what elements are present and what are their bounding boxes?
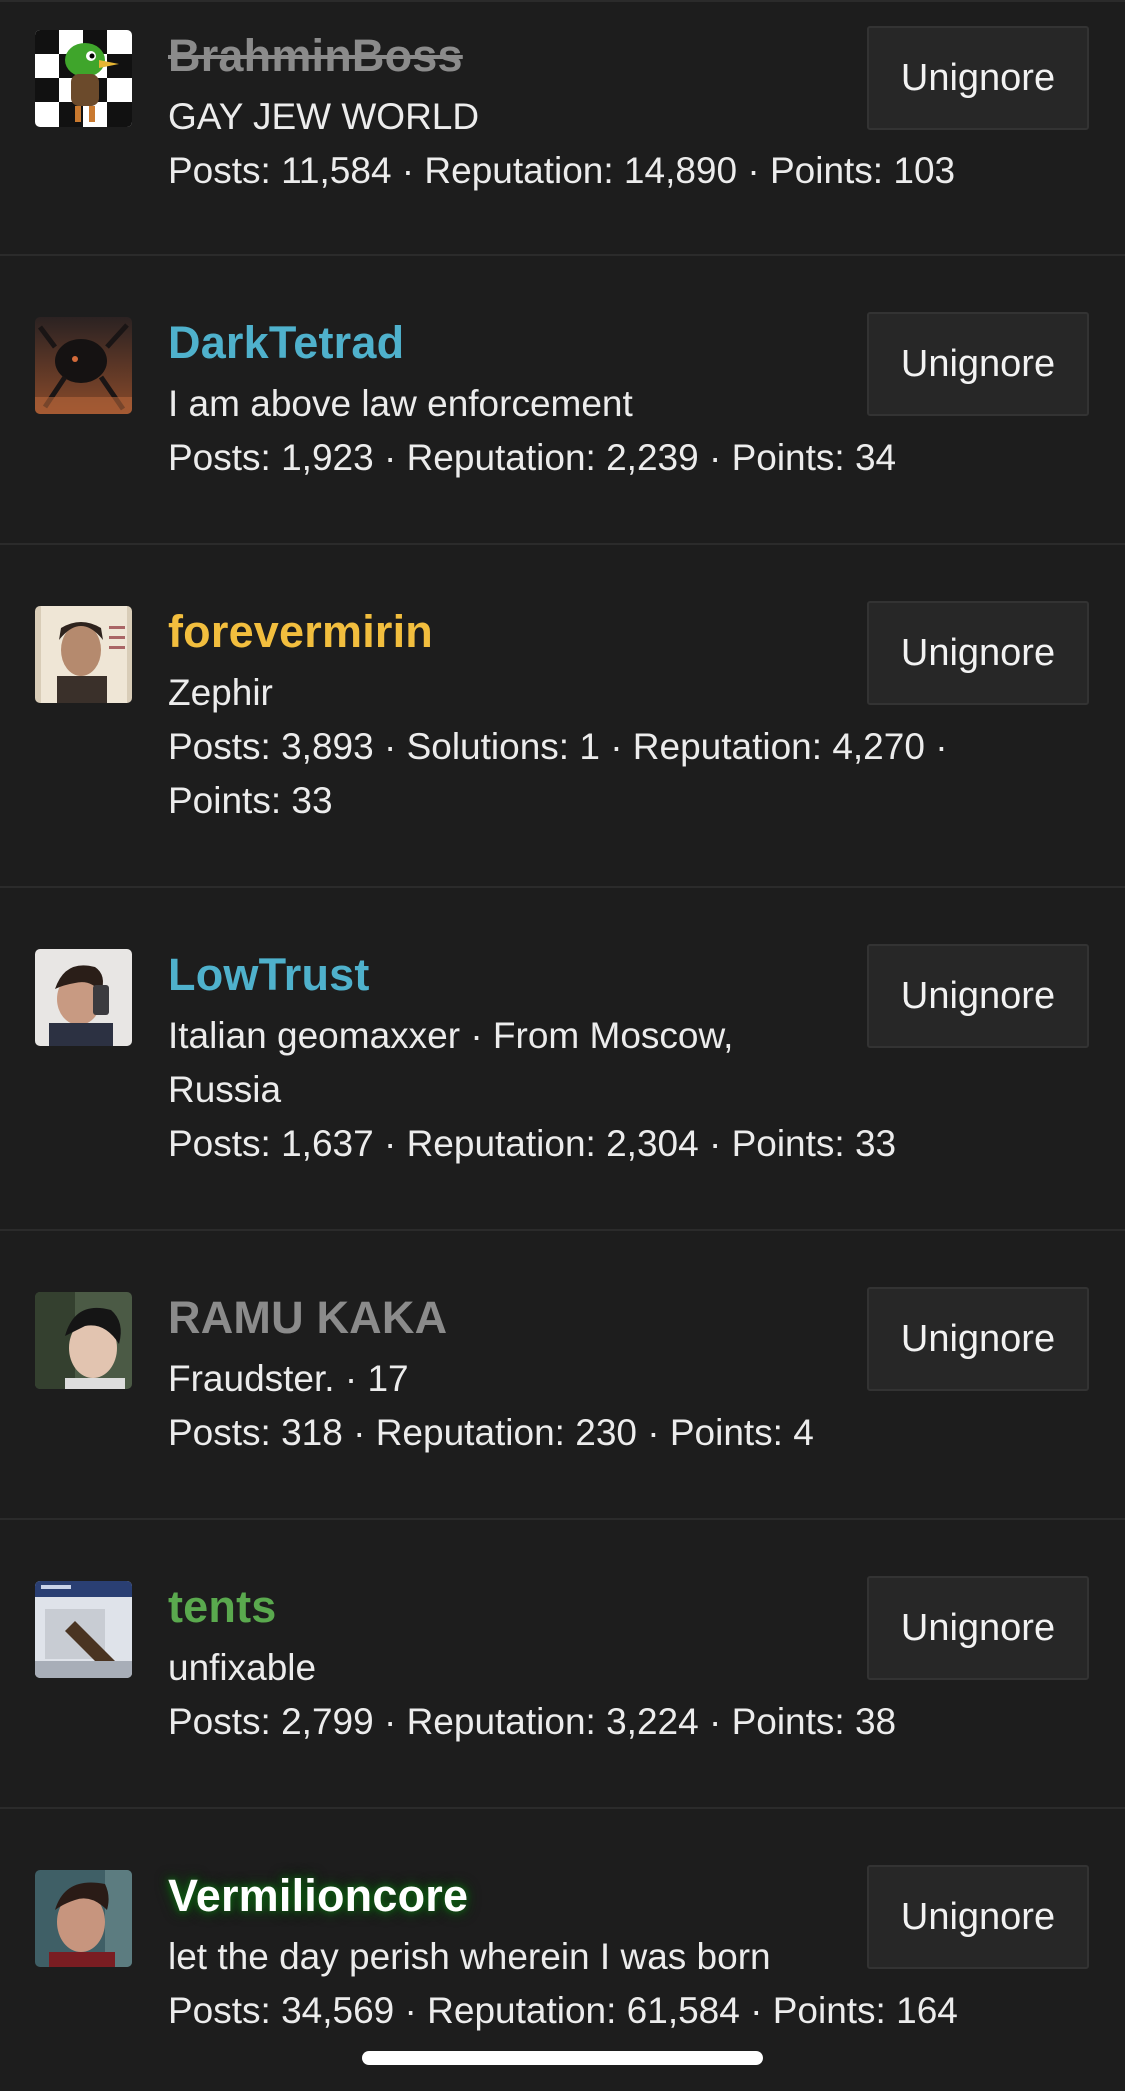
screen-photo-avatar[interactable]	[35, 1581, 132, 1678]
list-item: DarkTetrad I am above law enforcement Po…	[0, 256, 1125, 545]
unignore-button[interactable]: Unignore	[867, 26, 1089, 130]
username[interactable]: DarkTetrad	[168, 315, 404, 371]
list-item: Vermilioncore let the day perish wherein…	[0, 1809, 1125, 2091]
unignore-button[interactable]: Unignore	[867, 1287, 1089, 1391]
man-portrait-avatar[interactable]	[35, 1870, 132, 1967]
username[interactable]: tents	[168, 1579, 277, 1635]
list-item: forevermirin Zephir Posts: 3,893 · Solut…	[0, 545, 1125, 888]
user-stats: Posts: 2,799 · Reputation: 3,224 · Point…	[168, 1701, 897, 1742]
list-item: tents unfixable Posts: 2,799 · Reputatio…	[0, 1520, 1125, 1809]
unignore-button[interactable]: Unignore	[867, 312, 1089, 416]
user-stats: Posts: 1,637 · Reputation: 2,304 · Point…	[168, 1123, 897, 1164]
portrait-card-avatar[interactable]	[35, 606, 132, 703]
username[interactable]: LowTrust	[168, 947, 370, 1003]
duck-avatar[interactable]	[35, 30, 132, 127]
unignore-button[interactable]: Unignore	[867, 1865, 1089, 1969]
unignore-button[interactable]: Unignore	[867, 601, 1089, 705]
face-avatar[interactable]	[35, 1292, 132, 1389]
mirror-selfie-avatar[interactable]	[35, 949, 132, 1046]
user-stats: Posts: 3,893 · Solutions: 1 · Reputation…	[168, 726, 948, 767]
user-stats: Posts: 318 · Reputation: 230 · Points: 4	[168, 1412, 814, 1453]
list-item: RAMU KAKA Fraudster. · 17 Posts: 318 · R…	[0, 1231, 1125, 1520]
username[interactable]: RAMU KAKA	[168, 1290, 447, 1346]
user-stats: Posts: 1,923 · Reputation: 2,239 · Point…	[168, 437, 897, 478]
list-item: BrahminBoss GAY JEW WORLD Posts: 11,584 …	[0, 0, 1125, 256]
username[interactable]: BrahminBoss	[168, 28, 463, 84]
username[interactable]: forevermirin	[168, 604, 433, 660]
user-stats: Posts: 11,584 · Reputation: 14,890 · Poi…	[168, 150, 956, 191]
unignore-button[interactable]: Unignore	[867, 944, 1089, 1048]
dark-creature-avatar[interactable]	[35, 317, 132, 414]
home-indicator[interactable]	[362, 2051, 763, 2065]
unignore-button[interactable]: Unignore	[867, 1576, 1089, 1680]
user-stats-cont: Points: 33	[168, 780, 333, 821]
username[interactable]: Vermilioncore	[168, 1868, 468, 1924]
user-title-cont: Russia	[168, 1069, 282, 1110]
user-stats: Posts: 34,569 · Reputation: 61,584 · Poi…	[168, 1990, 958, 2031]
list-item: LowTrust Italian geomaxxer · From Moscow…	[0, 888, 1125, 1231]
